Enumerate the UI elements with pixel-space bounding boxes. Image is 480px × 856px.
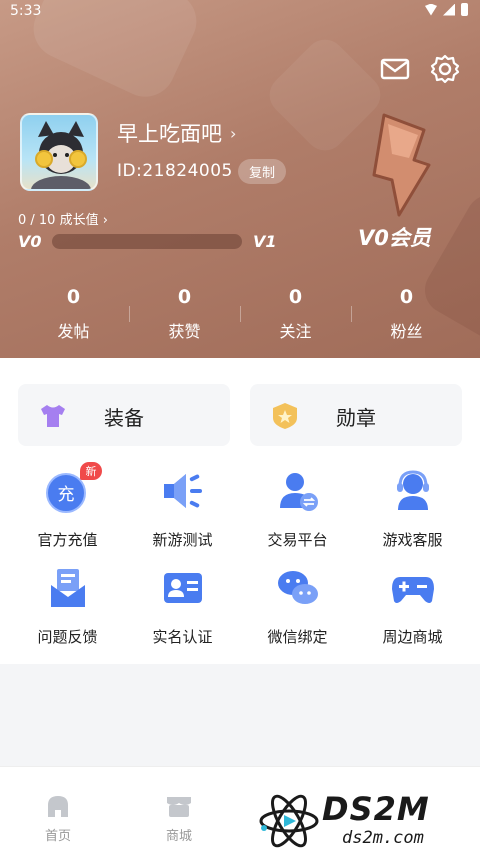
stat-label: 发帖 [57, 322, 90, 341]
nav-home[interactable]: 首页 [28, 793, 88, 844]
copy-id-button[interactable]: 复制 [238, 159, 286, 184]
recharge-glyph: 充 [58, 485, 75, 505]
headset-icon [390, 468, 436, 514]
username[interactable]: 早上吃面吧 › [117, 118, 236, 148]
home-icon [44, 793, 72, 819]
wifi-icon [425, 3, 437, 16]
service-label: 周边商城 [382, 628, 443, 646]
vip-badge-icon[interactable] [354, 110, 444, 220]
vip-label[interactable]: V0会员 [358, 222, 431, 252]
atom-logo-icon [259, 794, 319, 848]
avatar[interactable] [20, 113, 98, 191]
wechat-icon [275, 565, 321, 611]
stat-likes[interactable]: 0 获赞 [129, 284, 240, 346]
level-next: V1 [253, 232, 277, 251]
status-icons [425, 3, 468, 16]
store-icon [165, 793, 193, 819]
user-id: ID:21824005 [117, 161, 233, 181]
status-time: 5:33 [10, 3, 42, 19]
service-label: 实名认证 [152, 628, 213, 646]
chevron-right-icon: › [230, 123, 237, 143]
feedback-icon [45, 565, 91, 611]
service-label: 问题反馈 [37, 628, 98, 646]
medal-label: 勋章 [336, 406, 376, 430]
stat-value: 0 [288, 286, 303, 308]
stat-label: 关注 [279, 322, 312, 341]
username-text: 早上吃面吧 [117, 122, 222, 146]
profile-header: 5:33 早上吃面吧 › ID:21824005 复制 0 / 10 成长值 ›… [0, 0, 480, 360]
stat-value: 0 [177, 286, 192, 308]
stat-posts[interactable]: 0 发帖 [18, 284, 129, 346]
gear-icon[interactable] [428, 52, 462, 86]
signal-icon [443, 3, 455, 16]
gamepad-icon [390, 565, 436, 611]
watermark-subtitle: ds2m.com [342, 828, 424, 848]
services-grid: 充 新 官方充值 新游测试 交易平台 游戏客服 问题反馈 实名认证 微信绑定 周… [10, 462, 470, 656]
stat-following[interactable]: 0 关注 [240, 284, 351, 346]
service-recharge[interactable]: 充 新 官方充值 [10, 462, 125, 559]
trade-icon [275, 468, 321, 514]
stat-value: 0 [66, 286, 81, 308]
level-current: V0 [18, 232, 42, 251]
service-wechat-bind[interactable]: 微信绑定 [240, 559, 355, 656]
watermark-title: DS2M [322, 790, 430, 828]
service-label: 游戏客服 [382, 531, 443, 549]
nav-label: 商城 [165, 829, 192, 844]
megaphone-icon [160, 468, 206, 514]
service-merch-store[interactable]: 周边商城 [355, 559, 470, 656]
mail-icon[interactable] [378, 52, 412, 86]
service-label: 交易平台 [267, 531, 328, 549]
battery-icon [461, 3, 468, 16]
stat-followers[interactable]: 0 粉丝 [351, 284, 462, 346]
service-trade[interactable]: 交易平台 [240, 462, 355, 559]
service-support[interactable]: 游戏客服 [355, 462, 470, 559]
service-beta-test[interactable]: 新游测试 [125, 462, 240, 559]
services-card: 装备 勋章 充 新 官方充值 新游测试 交易平台 游戏客服 问题反馈 实名认证 … [0, 358, 480, 664]
stat-value: 0 [399, 286, 414, 308]
medal-button[interactable]: 勋章 [250, 384, 462, 446]
service-label: 官方充值 [37, 531, 98, 549]
status-bar: 5:33 [0, 0, 480, 24]
id-card-icon [160, 565, 206, 611]
nav-store[interactable]: 商城 [149, 793, 209, 844]
service-label: 微信绑定 [267, 628, 328, 646]
stat-label: 粉丝 [390, 322, 423, 341]
nav-label: 首页 [44, 829, 71, 844]
growth-progress-bar [52, 234, 242, 249]
watermark: DS2M ds2m.com [256, 788, 476, 854]
equipment-button[interactable]: 装备 [18, 384, 230, 446]
stat-label: 获赞 [168, 322, 201, 341]
service-label: 新游测试 [152, 531, 213, 549]
service-verification[interactable]: 实名认证 [125, 559, 240, 656]
growth-value-link[interactable]: 0 / 10 成长值 › [18, 209, 108, 228]
new-badge: 新 [80, 462, 102, 480]
stats-row: 0 发帖 0 获赞 0 关注 0 粉丝 [18, 284, 462, 346]
equipment-label: 装备 [104, 406, 144, 430]
service-feedback[interactable]: 问题反馈 [10, 559, 125, 656]
